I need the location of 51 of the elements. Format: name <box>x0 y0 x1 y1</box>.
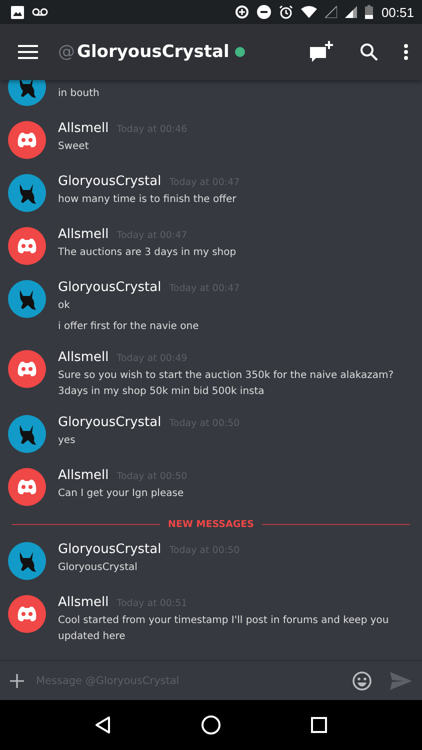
avatar-icon <box>8 468 46 506</box>
message-text: GloryousCrystal <box>58 561 138 575</box>
avatar-icon <box>8 415 46 453</box>
new-messages-label: NEW MESSAGES <box>168 519 254 530</box>
avatar-icon <box>8 350 46 388</box>
author-name: Allsmell <box>58 121 109 136</box>
author-name: Allsmell <box>58 227 109 242</box>
home-button[interactable] <box>201 715 221 735</box>
author-name: Allsmell <box>58 350 109 365</box>
emoji-button[interactable] <box>352 670 372 690</box>
data-saver-icon <box>235 5 250 19</box>
alarm-icon <box>279 5 294 19</box>
message-text: Sure so you wish to start the auction 350k for the naive alakazam? 3days in my shop 50k min bid 500k insta <box>58 369 394 399</box>
author-name: Allsmell <box>58 595 109 610</box>
chat-title: GloryousCrystal <box>77 42 230 62</box>
message-text: in bouth <box>58 87 100 101</box>
more-options-button[interactable] <box>404 44 408 60</box>
avatar-icon <box>8 174 46 212</box>
author-name: GloryousCrystal <box>58 280 162 295</box>
message-text: how many time is to finish the offer <box>58 193 238 207</box>
back-button[interactable] <box>95 716 111 734</box>
search-button[interactable] <box>360 43 378 61</box>
signal-icon <box>345 6 358 18</box>
do-not-disturb-icon <box>257 5 272 19</box>
avatar-icon <box>8 227 46 265</box>
wifi-icon <box>301 6 318 18</box>
image-icon <box>11 6 24 18</box>
avatar-icon <box>8 542 46 580</box>
message-text: Cool started from your timestamp I'll post in forums and keep you updated here <box>58 614 390 644</box>
message-text: Can I get your Ign please <box>58 487 185 501</box>
message-text: ok <box>58 299 71 313</box>
new-chat-button[interactable] <box>310 41 334 63</box>
clock-time: 00:51 <box>381 4 414 20</box>
message-text: Sweet <box>58 140 90 154</box>
message-text: The auctions are 3 days in my shop <box>58 246 238 260</box>
message-text: yes <box>58 434 76 448</box>
avatar-icon <box>8 280 46 318</box>
signal-icon <box>325 6 338 18</box>
at-symbol: @ <box>58 42 75 62</box>
avatar-icon <box>8 121 46 159</box>
author-name: GloryousCrystal <box>58 415 162 430</box>
avatar-icon <box>8 595 46 633</box>
recents-button[interactable] <box>311 717 327 733</box>
battery-icon <box>365 5 374 19</box>
author-name: GloryousCrystal <box>58 174 162 189</box>
add-button[interactable] <box>10 674 24 688</box>
message-text: i offer first for the navie one <box>58 320 200 334</box>
author-name: Allsmell <box>58 468 109 483</box>
voicemail-icon <box>32 8 48 16</box>
author-name: GloryousCrystal <box>58 542 162 557</box>
menu-button[interactable] <box>18 45 38 59</box>
